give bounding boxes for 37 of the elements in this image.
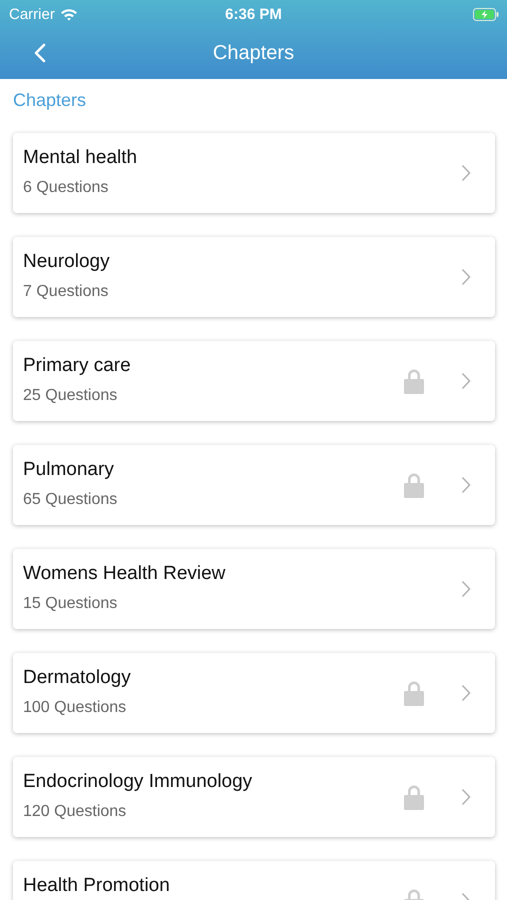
chapter-name: Pulmonary xyxy=(23,459,115,480)
chapter-name: Dermatology xyxy=(23,667,132,688)
chapter-card[interactable]: Mental health 6 Questions xyxy=(13,133,495,213)
chevron-right-icon xyxy=(461,164,471,182)
chevron-right-icon xyxy=(461,372,471,390)
chapter-card[interactable]: Primary care 25 Questions xyxy=(13,341,495,421)
question-count: 15 Questions xyxy=(23,595,118,613)
battery-charging-icon xyxy=(473,8,499,20)
chapter-card[interactable]: Womens Health Review 15 Questions xyxy=(13,549,495,629)
chapter-name: Mental health xyxy=(23,147,138,168)
screen-title: Chapters xyxy=(212,42,294,65)
chapter-card[interactable]: Pulmonary 65 Questions xyxy=(13,445,495,525)
status-time: 6:36 PM xyxy=(225,6,282,22)
question-count: 6 Questions xyxy=(23,179,110,197)
chapter-card[interactable]: Health Promotion xyxy=(13,861,495,900)
question-count: 120 Questions xyxy=(23,803,128,821)
wifi-icon xyxy=(60,8,78,20)
chapter-name: Neurology xyxy=(23,251,111,272)
question-count: 7 Questions xyxy=(23,283,110,301)
chevron-right-icon xyxy=(461,788,471,806)
question-count: 65 Questions xyxy=(23,491,118,509)
back-button[interactable] xyxy=(32,41,48,65)
question-count: 25 Questions xyxy=(23,387,118,405)
chevron-right-icon xyxy=(461,476,471,494)
chapter-card[interactable]: Neurology 7 Questions xyxy=(13,237,495,317)
chapter-name: Endocrinology Immunology xyxy=(23,771,254,792)
chapter-name: Womens Health Review xyxy=(23,563,226,584)
chevron-right-icon xyxy=(461,684,471,702)
section-heading: Chapters xyxy=(12,89,88,112)
question-count: 100 Questions xyxy=(23,699,128,717)
chapter-name: Health Promotion xyxy=(23,875,171,896)
chapter-card[interactable]: Dermatology 100 Questions xyxy=(13,653,495,733)
chapter-name: Primary care xyxy=(23,355,132,376)
carrier-name: Carrier xyxy=(9,6,55,22)
chapter-card[interactable]: Endocrinology Immunology 120 Questions xyxy=(13,757,495,837)
chevron-right-icon xyxy=(461,268,471,286)
chevron-right-icon xyxy=(461,580,471,598)
